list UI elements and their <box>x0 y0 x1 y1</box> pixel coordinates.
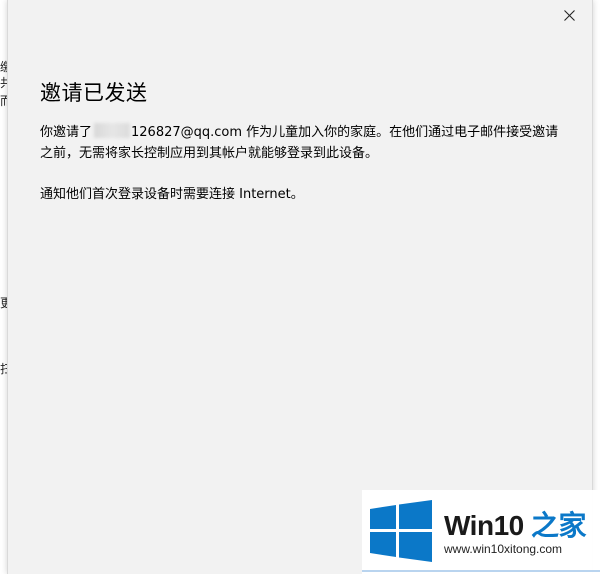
watermark-url: www.win10xitong.com <box>444 542 563 556</box>
dialog-heading: 邀请已发送 <box>40 81 148 105</box>
redacted-email-part <box>94 123 131 138</box>
invitation-sent-dialog: 邀请已发送 你邀请了 126827@qq.com 作为儿童加入你的家庭。在他们通过… <box>7 0 593 574</box>
dialog-titlebar <box>8 0 592 30</box>
invitation-description: 你邀请了 126827@qq.com 作为儿童加入你的家庭。在他们通过电子邮件接受… <box>40 122 560 164</box>
close-button[interactable] <box>546 0 592 30</box>
close-icon <box>563 9 575 21</box>
watermark-brand: Win10 之家 <box>444 510 587 541</box>
watermark-underline <box>362 570 600 572</box>
watermark: Win10 之家 www.win10xitong.com <box>362 490 600 574</box>
windows-logo-icon <box>370 500 432 562</box>
description-prefix: 你邀请了 <box>40 125 93 140</box>
internet-notice: 通知他们首次登录设备时需要连接 Internet。 <box>40 187 304 202</box>
invited-email: 126827@qq.com <box>131 125 243 140</box>
